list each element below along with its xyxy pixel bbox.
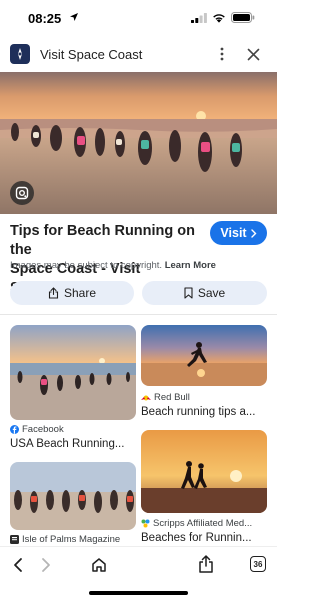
related-source-label-2: Red Bull (154, 392, 190, 403)
magazine-icon (10, 535, 19, 544)
site-logo-icon (10, 44, 30, 64)
related-source-2: Red Bull (141, 392, 190, 403)
related-title-1[interactable]: USA Beach Running... (10, 438, 124, 450)
save-label: Save (197, 286, 226, 300)
share-button[interactable]: Share (10, 281, 134, 305)
main-image[interactable] (0, 72, 277, 214)
related-image-1[interactable] (10, 325, 136, 420)
related-source-1: Facebook (10, 424, 64, 435)
bookmark-icon (184, 287, 193, 299)
couple-running-thumbnail (141, 430, 267, 513)
related-source-label-3: Isle of Palms Magazine (22, 534, 121, 545)
status-icons (191, 12, 255, 23)
tab-count-button[interactable]: 36 (250, 556, 266, 572)
copyright-text: Images may be subject to copyright. (10, 260, 163, 271)
more-options-icon[interactable] (218, 46, 226, 62)
related-source-label-4: Scripps Affiliated Med... (153, 518, 253, 529)
related-image-3[interactable] (10, 462, 136, 530)
result-title-line-1: Tips for Beach Running on the (10, 223, 196, 258)
related-title-2[interactable]: Beach running tips a... (141, 406, 255, 418)
beach-runners-thumbnail (10, 325, 136, 420)
signal-icon (191, 12, 207, 23)
battery-icon (231, 12, 255, 23)
related-image-4[interactable] (141, 430, 267, 513)
visit-label: Visit (220, 226, 247, 240)
lens-icon (15, 186, 29, 200)
beach-running-photo (0, 72, 277, 214)
location-arrow-icon (70, 13, 78, 21)
related-title-4[interactable]: Beaches for Runnin... (141, 532, 252, 544)
chevron-right-icon (250, 228, 257, 238)
site-title[interactable]: Visit Space Coast (40, 47, 142, 62)
copyright-notice: Images may be subject to copyright. Lear… (10, 260, 216, 271)
share-icon (48, 287, 59, 299)
learn-more-link[interactable]: Learn More (165, 260, 216, 271)
status-time: 08:25 (28, 11, 62, 26)
lens-search-button[interactable] (10, 181, 34, 205)
viewer-header: Visit Space Coast (0, 38, 277, 72)
tab-count-label: 36 (253, 559, 263, 569)
related-source-label-1: Facebook (22, 424, 64, 435)
section-divider (0, 314, 277, 315)
status-bar: 08:25 (0, 0, 277, 38)
related-image-2[interactable] (141, 325, 267, 386)
facebook-icon (10, 425, 19, 434)
forward-icon[interactable] (40, 557, 52, 573)
close-icon[interactable] (247, 48, 260, 61)
red-bull-icon (141, 395, 151, 400)
scripps-icon (141, 519, 150, 528)
wifi-icon (213, 13, 225, 23)
home-indicator[interactable] (89, 591, 188, 595)
share-page-icon[interactable] (198, 555, 214, 573)
save-button[interactable]: Save (142, 281, 267, 305)
back-icon[interactable] (12, 557, 24, 573)
race-crowd-thumbnail (10, 462, 136, 530)
share-label: Share (63, 286, 97, 300)
related-source-3: Isle of Palms Magazine (10, 534, 120, 545)
silhouette-runner-thumbnail (141, 325, 267, 386)
related-source-4: Scripps Affiliated Med... (141, 518, 252, 529)
home-icon[interactable] (91, 557, 107, 573)
visit-button[interactable]: Visit (210, 221, 267, 245)
